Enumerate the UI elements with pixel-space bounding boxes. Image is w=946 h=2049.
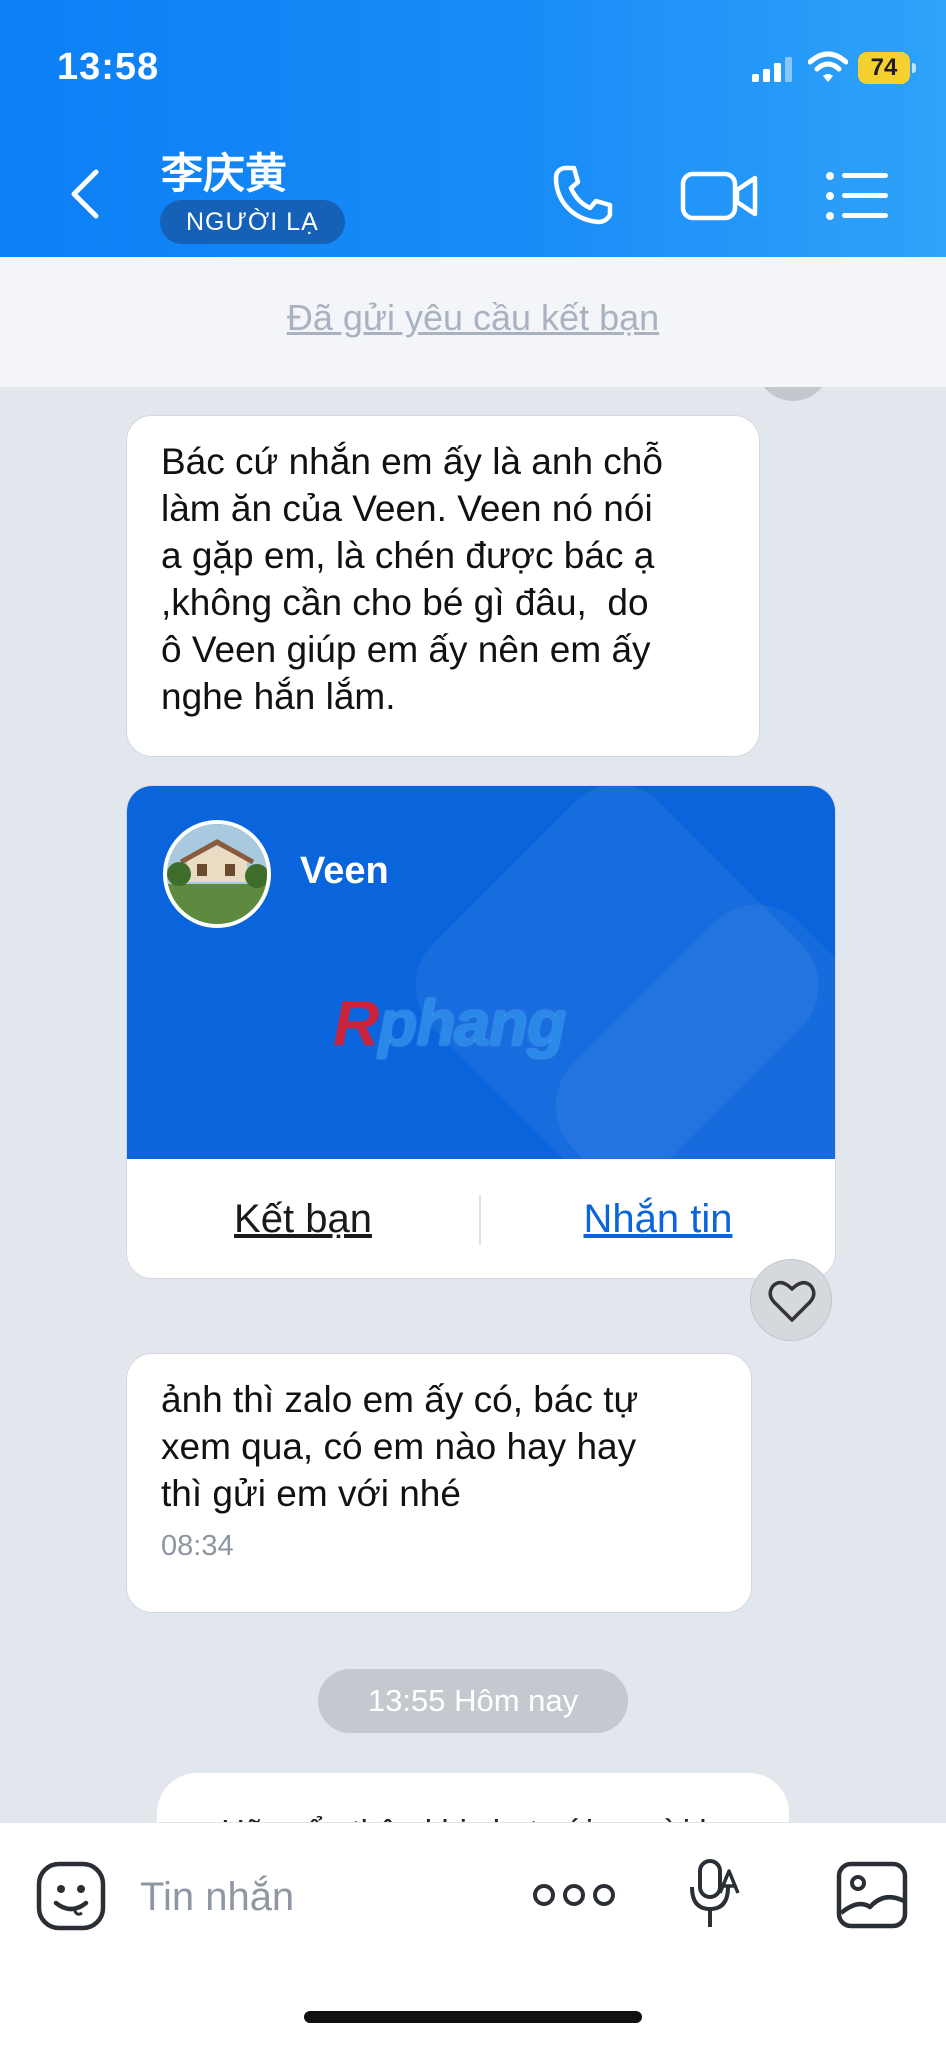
contact-name[interactable]: 李庆黄 (161, 140, 287, 201)
reaction-button[interactable] (756, 387, 830, 401)
voice-to-text-icon[interactable] (690, 1857, 740, 1931)
message-bubble[interactable]: Bác cứ nhắn em ấy là anh chỗ làm ăn của … (126, 415, 760, 757)
heart-icon (768, 1280, 816, 1322)
more-dots-icon[interactable] (532, 1875, 616, 1915)
add-friend-button[interactable]: Kết bạn (127, 1159, 479, 1278)
stranger-warning: Hãy cẩn thận khi chat với người lạ (157, 1773, 789, 1822)
message-time: 08:34 (161, 1530, 234, 1562)
message-bubble[interactable]: ảnh thì zalo em ấy có, bác tự xem qua, c… (126, 1353, 752, 1613)
status-time: 13:58 (57, 46, 160, 88)
message-line: xem qua, có em nào hay hay (161, 1426, 637, 1467)
stranger-badge: NGƯỜI LẠ (160, 200, 345, 244)
date-divider: 13:55 Hôm nay (318, 1669, 628, 1733)
back-button[interactable] (62, 164, 112, 224)
contact-card-banner: Veen Rphang (127, 786, 835, 1159)
chat-area[interactable]: Bác cứ nhắn em ấy là anh chỗ làm ăn của … (0, 387, 946, 1822)
home-indicator (304, 2011, 642, 2023)
message-line: ảnh thì zalo em ấy có, bác tự (161, 1379, 639, 1420)
battery-indicator: 74 (858, 52, 916, 84)
list-menu-icon[interactable] (824, 166, 890, 226)
watermark-logo: Rphang (333, 987, 566, 1059)
sticker-face-icon[interactable] (36, 1861, 106, 1931)
message-input[interactable] (140, 1869, 480, 1925)
message-line: làm ăn của Veen. Veen nó nói (161, 488, 653, 529)
house-photo-icon (167, 824, 267, 924)
message-line: ô Veen giúp em ấy nên em ấy (161, 629, 651, 670)
contact-card[interactable]: Veen Rphang Kết bạn Nhắn tin (126, 785, 836, 1279)
message-line: thì gửi em với nhé (161, 1473, 461, 1514)
friend-request-status[interactable]: Đã gửi yêu cầu kết bạn (287, 297, 659, 339)
message-line: nghe hắn lắm. (161, 676, 396, 717)
phone-icon[interactable] (548, 160, 618, 230)
message-line: ,không cần cho bé gì đâu, do (161, 582, 649, 623)
like-button[interactable] (750, 1259, 832, 1341)
message-composer (0, 1822, 946, 2049)
wifi-icon (808, 51, 848, 82)
friend-request-bar: Đã gửi yêu cầu kết bạn (0, 257, 946, 387)
video-camera-icon[interactable] (680, 166, 760, 226)
image-icon[interactable] (836, 1861, 908, 1929)
contact-card-name: Veen (300, 850, 389, 892)
message-line: Bác cứ nhắn em ấy là anh chỗ (161, 441, 663, 482)
chat-header: 13:58 74 李庆黄 NGƯỜI LẠ (0, 0, 946, 257)
contact-card-actions: Kết bạn Nhắn tin (127, 1159, 835, 1278)
cellular-signal-icon (752, 57, 792, 82)
avatar[interactable] (163, 820, 271, 928)
message-line: a gặp em, là chén được bác ạ (161, 535, 655, 576)
